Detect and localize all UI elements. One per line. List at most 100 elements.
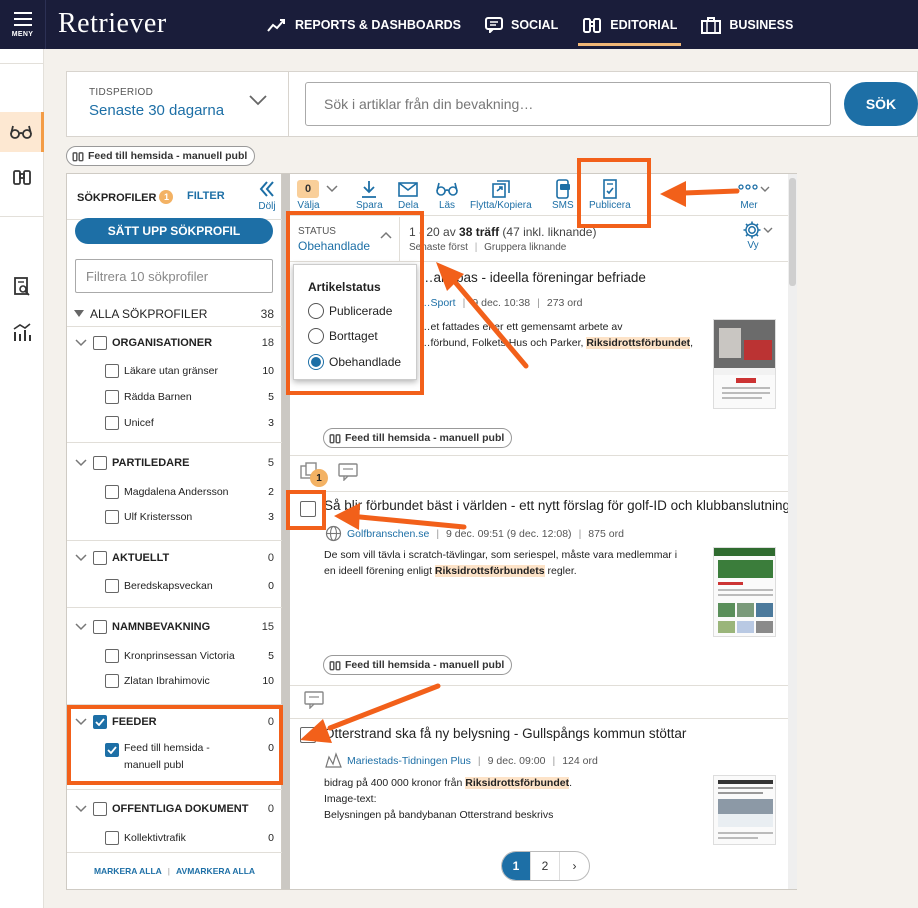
rail-editorial-read[interactable] bbox=[0, 112, 44, 152]
group-row[interactable]: ORGANISATIONER 18 bbox=[67, 330, 282, 356]
article-thumbnail[interactable] bbox=[713, 547, 776, 637]
read-button[interactable]: Läs bbox=[436, 178, 458, 211]
status-option-unprocessed[interactable]: Obehandlade bbox=[308, 354, 401, 370]
radio-button-selected[interactable] bbox=[308, 354, 324, 370]
group-checkbox[interactable] bbox=[93, 802, 107, 816]
save-button[interactable]: Spara bbox=[356, 178, 383, 211]
tab-search-profiles[interactable]: SÖKPROFILER 1 bbox=[77, 190, 174, 204]
profile-row-feed[interactable]: Feed till hemsida - manuell publ 0 bbox=[67, 740, 282, 774]
article-checkbox[interactable] bbox=[300, 501, 316, 517]
article-feed-chip[interactable]: Feed till hemsida - manuell publ bbox=[323, 428, 513, 448]
filter-profiles-input[interactable] bbox=[75, 259, 273, 293]
article-list-scrollbar[interactable] bbox=[788, 174, 797, 889]
similar-count-badge[interactable]: 1 bbox=[310, 469, 328, 487]
nav-social-label: SOCIAL bbox=[511, 17, 559, 32]
article-title[interactable]: …ar spas - ideella föreningar befriade bbox=[420, 270, 646, 285]
article-checkbox[interactable] bbox=[300, 727, 316, 743]
all-profiles-row[interactable]: ALLA SÖKPROFILER 38 bbox=[67, 301, 282, 327]
publish-button[interactable]: Publicera bbox=[589, 178, 631, 211]
profile-row[interactable]: Unicef 3 bbox=[67, 411, 282, 435]
dropdown-heading: Artikelstatus bbox=[308, 280, 381, 294]
chevron-down-icon[interactable] bbox=[73, 718, 89, 726]
menu-button[interactable]: MENY bbox=[0, 0, 46, 49]
profile-row[interactable]: Rädda Barnen 5 bbox=[67, 385, 282, 409]
profile-row[interactable]: Kollektivtrafik 0 bbox=[67, 826, 282, 850]
setup-search-profile-button[interactable]: SÄTT UPP SÖKPROFIL bbox=[75, 218, 273, 244]
group-checkbox[interactable] bbox=[93, 456, 107, 470]
group-similar-option[interactable]: Gruppera liknande bbox=[484, 242, 566, 253]
status-option-published[interactable]: Publicerade bbox=[308, 303, 392, 319]
unmark-all-link[interactable]: AVMARKERA ALLA bbox=[176, 866, 255, 876]
article-thumbnail[interactable] bbox=[713, 319, 776, 409]
profile-row[interactable]: Magdalena Andersson 2 bbox=[67, 480, 282, 504]
search-input[interactable] bbox=[305, 82, 831, 126]
status-selector[interactable]: STATUS Obehandlade bbox=[290, 217, 400, 261]
rail-analytics[interactable] bbox=[0, 312, 44, 352]
next-page-button[interactable]: › bbox=[560, 852, 589, 880]
rail-document-search[interactable] bbox=[0, 267, 44, 307]
move-copy-button[interactable]: Flytta/Kopiera bbox=[470, 178, 532, 211]
profile-checkbox[interactable] bbox=[105, 510, 119, 524]
chevron-down-icon[interactable] bbox=[73, 339, 89, 347]
chevron-down-icon[interactable] bbox=[73, 623, 89, 631]
radio-button[interactable] bbox=[308, 328, 324, 344]
profile-checkbox[interactable] bbox=[105, 649, 119, 663]
article-source[interactable]: …Sport bbox=[420, 297, 456, 309]
profile-checkbox[interactable] bbox=[105, 831, 119, 845]
retriever-logo[interactable]: Retriever bbox=[58, 8, 167, 40]
active-filter-chip[interactable]: Feed till hemsida - manuell publ bbox=[66, 146, 256, 166]
article-source[interactable]: Mariestads-Tidningen Plus bbox=[347, 755, 471, 767]
sms-button[interactable]: SMS bbox=[552, 178, 574, 211]
chevron-down-icon[interactable] bbox=[73, 459, 89, 467]
hits-total: 38 träff bbox=[459, 225, 500, 239]
profile-checkbox[interactable] bbox=[105, 579, 119, 593]
view-settings-button[interactable]: Vy bbox=[742, 220, 774, 251]
profile-checkbox[interactable] bbox=[105, 674, 119, 688]
search-button[interactable]: SÖK bbox=[844, 82, 918, 126]
profile-row[interactable]: Zlatan Ibrahimovic 10 bbox=[67, 669, 282, 693]
nav-social[interactable]: SOCIAL bbox=[473, 0, 570, 49]
profile-row[interactable]: Läkare utan gränser 10 bbox=[67, 359, 282, 383]
tab-filter[interactable]: FILTER bbox=[187, 190, 225, 202]
group-row[interactable]: AKTUELLT 0 bbox=[67, 545, 282, 571]
group-checkbox-checked[interactable] bbox=[93, 715, 107, 729]
article-feed-chip[interactable]: Feed till hemsida - manuell publ bbox=[323, 655, 513, 675]
mark-all-link[interactable]: MARKERA ALLA bbox=[94, 866, 162, 876]
share-button[interactable]: Dela bbox=[398, 178, 419, 211]
chevron-down-icon[interactable] bbox=[73, 554, 89, 562]
status-option-removed[interactable]: Borttaget bbox=[308, 328, 378, 344]
nav-editorial[interactable]: EDITORIAL bbox=[570, 0, 689, 49]
profile-checkbox[interactable] bbox=[105, 390, 119, 404]
select-articles-control[interactable]: 0 Välja bbox=[297, 178, 338, 211]
radio-button[interactable] bbox=[308, 303, 324, 319]
sort-option[interactable]: Senaste först bbox=[409, 242, 468, 253]
group-checkbox[interactable] bbox=[93, 551, 107, 565]
profile-checkbox-checked[interactable] bbox=[105, 743, 119, 757]
group-row[interactable]: PARTILEDARE 5 bbox=[67, 450, 282, 476]
profile-row[interactable]: Kronprinsessan Victoria 5 bbox=[67, 644, 282, 668]
group-row-feeder[interactable]: FEEDER 0 bbox=[67, 709, 282, 735]
profile-checkbox[interactable] bbox=[105, 485, 119, 499]
more-button[interactable]: Mer bbox=[738, 178, 770, 211]
page-button[interactable]: 2 bbox=[531, 852, 560, 880]
article-thumbnail[interactable] bbox=[713, 775, 776, 845]
group-checkbox[interactable] bbox=[93, 336, 107, 350]
group-row[interactable]: OFFENTLIGA DOKUMENT 0 bbox=[67, 796, 282, 822]
page-button-current[interactable]: 1 bbox=[502, 852, 531, 880]
rail-monitoring[interactable] bbox=[0, 157, 44, 197]
hide-sidebar-button[interactable]: Dölj bbox=[253, 180, 281, 212]
nav-business[interactable]: BUSINESS bbox=[689, 0, 805, 49]
time-period-selector[interactable]: TIDSPERIOD Senaste 30 dagarna bbox=[67, 72, 289, 136]
scrollbar-thumb[interactable] bbox=[789, 178, 796, 286]
article-title[interactable]: Otterstrand ska få ny belysning - Gullsp… bbox=[324, 726, 686, 741]
profile-row[interactable]: Beredskapsveckan 0 bbox=[67, 574, 282, 598]
group-checkbox[interactable] bbox=[93, 620, 107, 634]
profile-checkbox[interactable] bbox=[105, 364, 119, 378]
profile-row[interactable]: Ulf Kristersson 3 bbox=[67, 505, 282, 529]
group-row[interactable]: NAMNBEVAKNING 15 bbox=[67, 614, 282, 640]
article-title[interactable]: Så blir förbundet bäst i världen - ett n… bbox=[324, 498, 790, 513]
profile-checkbox[interactable] bbox=[105, 416, 119, 430]
chevron-down-icon[interactable] bbox=[73, 805, 89, 813]
article-source[interactable]: Golfbranschen.se bbox=[347, 528, 429, 540]
nav-reports-dashboards[interactable]: REPORTS & DASHBOARDS bbox=[255, 0, 473, 49]
